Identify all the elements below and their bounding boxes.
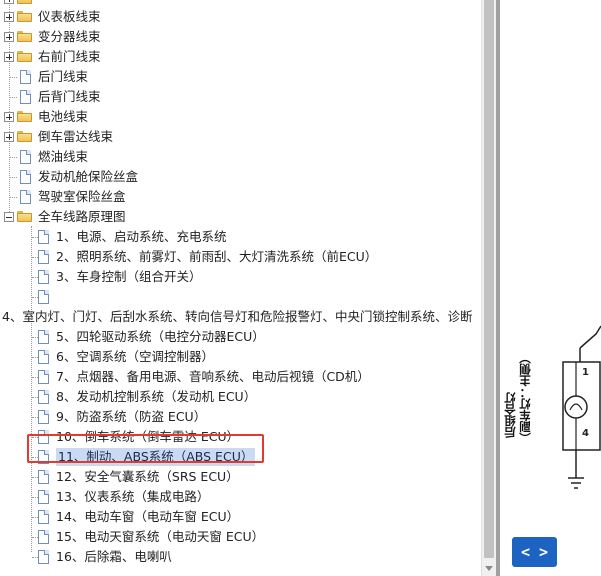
tree-item-label: 14、电动车窗（电动车窗 ECU）	[56, 509, 240, 524]
document-icon	[38, 510, 49, 524]
tree-item-label: 2、照明系统、前雾灯、前雨刮、大灯清洗系统（前ECU）	[56, 249, 378, 264]
expand-icon[interactable]	[4, 0, 14, 4]
document-tree[interactable]: 仪表板线束变分器线束右前门线束后门线束后背门线束电池线束倒车雷达线束 燃油线束发动…	[0, 0, 481, 576]
tree-item-label: 1、电源、启动系统、充电系统	[56, 229, 227, 244]
tree-item-label: 16、后除霜、电喇叭	[56, 549, 172, 564]
document-icon	[38, 230, 49, 244]
tree-item-label: 燃油线束	[38, 149, 89, 164]
tree-item-label: 全车线路原理图	[38, 209, 126, 224]
tree-item-label: 发动机舱保险丝盒	[38, 169, 139, 184]
tree-item-label: 4、室内灯、门灯、后刮水系统、转向信号灯和危险报警灯、中央门锁控制系统、诊断	[2, 309, 473, 324]
tree-item-label: 8、发动机控制系统（发动机 ECU）	[56, 389, 257, 404]
expand-icon[interactable]	[4, 12, 14, 22]
diagram-component-label: 后组合灯	[503, 392, 517, 438]
tree-item-label: 5、四轮驱动系统（电控分动器ECU）	[56, 329, 265, 344]
tree-item-label: 驾驶室保险丝盒	[38, 189, 126, 204]
scrollbar-thumb[interactable]	[484, 0, 494, 558]
pin-number-top: 1	[582, 367, 589, 378]
wiring-diagram-drawing	[562, 325, 601, 489]
tree-item-label: 后背门线束	[38, 89, 101, 104]
tree-item-label: 11、制动、ABS系统（ABS ECU）	[56, 448, 256, 466]
tree-item-label: 12、安全气囊系统（SRS ECU）	[56, 469, 239, 484]
tree-connector	[10, 157, 17, 158]
tree-item-label: 右前门线束	[38, 49, 101, 64]
folder-icon	[17, 111, 32, 122]
document-icon	[38, 530, 49, 544]
document-icon	[20, 90, 31, 104]
folder-icon	[17, 11, 32, 22]
expand-icon[interactable]	[4, 32, 14, 42]
folder-icon	[17, 0, 32, 4]
document-icon	[38, 430, 49, 444]
tree-item-label: 后门线束	[38, 69, 89, 84]
document-icon	[38, 550, 49, 564]
document-icon	[20, 190, 31, 204]
tree-item-label: 13、仪表系统（集成电路）	[56, 489, 210, 504]
tree-item-label: 仪表板线束	[38, 9, 101, 24]
document-icon	[38, 330, 49, 344]
document-icon	[38, 370, 49, 384]
document-icon	[38, 490, 49, 504]
tree-connector	[10, 177, 17, 178]
document-icon	[38, 470, 49, 484]
pin-number-bottom: 4	[582, 428, 589, 439]
document-icon	[20, 150, 31, 164]
expand-icon[interactable]	[4, 52, 14, 62]
document-icon	[38, 390, 49, 404]
tree-item-label: 9、防盗系统（防盗 ECU）	[56, 409, 207, 424]
expand-icon[interactable]	[4, 132, 14, 142]
document-icon	[38, 270, 49, 284]
document-icon	[38, 290, 49, 304]
page-nav-button[interactable]: < >	[512, 537, 557, 567]
collapse-icon[interactable]	[4, 212, 14, 222]
tree-connector	[10, 197, 17, 198]
diagram-component-sublabel: （副车灯：主侧）	[518, 352, 532, 444]
tree-connector	[10, 97, 17, 98]
tree-item-label: 15、电动天窗系统（电动天窗 ECU）	[56, 529, 265, 544]
folder-icon	[17, 211, 32, 222]
folder-icon	[17, 131, 32, 142]
tree-guide-line	[31, 226, 32, 552]
tree-item-label: 电池线束	[38, 109, 89, 124]
tree-scrollbar[interactable]	[481, 0, 496, 576]
document-icon	[38, 450, 49, 464]
tree-item-label: 3、车身控制（组合开关）	[56, 269, 202, 284]
tree-item-label: 倒车雷达线束	[38, 129, 114, 144]
expand-icon[interactable]	[4, 112, 14, 122]
tree-connector	[10, 77, 17, 78]
wiring-diagram-panel: 1 4 后组合灯 （副车灯：主侧）	[500, 0, 601, 576]
tree-item-label: 10、倒车系统（倒车雷达 ECU）	[56, 429, 240, 444]
document-icon	[20, 70, 31, 84]
document-icon	[20, 170, 31, 184]
document-icon	[38, 350, 49, 364]
document-icon	[38, 250, 49, 264]
scroll-down-arrow-icon[interactable]	[482, 562, 496, 576]
tree-item-label: 变分器线束	[38, 29, 101, 44]
document-icon	[38, 410, 49, 424]
folder-icon	[17, 51, 32, 62]
tree-item-label: 6、空调系统（空调控制器）	[56, 349, 214, 364]
tree-item-label: 7、点烟器、备用电源、音响系统、电动后视镜（CD机）	[56, 369, 370, 384]
folder-icon	[17, 31, 32, 42]
